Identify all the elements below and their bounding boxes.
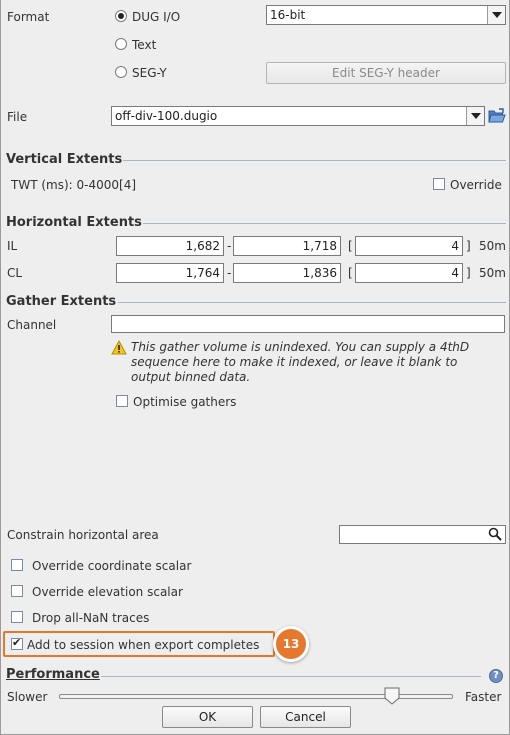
bit-depth-value: 16-bit [270,8,306,22]
twt-range: TWT (ms): 0-4000[4] [11,178,137,192]
cl-separator: - [227,266,232,280]
radio-text[interactable] [115,38,127,50]
chevron-down-icon[interactable] [466,107,484,125]
il-unit: 50m [479,239,506,253]
chevron-down-icon[interactable] [487,6,505,24]
faster-label: Faster [465,690,502,704]
cl-bracket-open: [ [348,266,353,280]
cl-to-input[interactable]: 1,836 [233,263,341,283]
il-step-input[interactable]: 4 [355,236,463,256]
radio-text-label: Text [132,38,157,52]
il-from-input[interactable]: 1,682 [116,236,224,256]
override-checkbox[interactable] [433,178,445,190]
help-icon[interactable]: ? [489,669,503,683]
performance-title: Performance [6,667,100,682]
callout-badge: 13 [273,626,309,662]
channel-label: Channel [7,318,57,332]
channel-input[interactable] [111,315,505,333]
file-label: File [7,110,28,124]
radio-dugio-label: DUG I/O [132,10,181,24]
constrain-area-label: Constrain horizontal area [7,528,159,542]
override-elevation-scalar-label: Override elevation scalar [32,585,183,599]
drop-nan-traces-checkbox[interactable] [11,611,23,623]
add-to-session-checkbox[interactable] [11,636,23,650]
il-separator: - [227,239,232,253]
gather-extents-title: Gather Extents [6,294,117,309]
format-label: Format [7,10,50,24]
search-icon[interactable] [488,527,502,541]
slower-label: Slower [7,690,48,704]
horizontal-extents-title: Horizontal Extents [6,215,142,230]
cl-bracket-close: ] [466,266,471,280]
export-dialog: Format DUG I/O Text SEG-Y 16-bit Edit SE… [0,0,510,735]
file-value: off-div-100.dugio [115,109,218,123]
optimise-gathers-label: Optimise gathers [133,395,237,409]
vertical-extents-title: Vertical Extents [6,152,123,167]
cl-from-input[interactable]: 1,764 [116,263,224,283]
radio-dugio[interactable] [115,10,127,22]
add-to-session-label: Add to session when export completes [27,638,260,652]
section-divider [143,223,506,224]
section-divider [123,160,506,161]
optimise-gathers-checkbox[interactable] [116,395,128,407]
drop-nan-traces-label: Drop all-NaN traces [32,611,150,625]
cl-unit: 50m [479,266,506,280]
open-folder-icon[interactable] [488,108,506,124]
cancel-button[interactable]: Cancel [260,706,351,728]
warning-text-line-1: This gather volume is unindexed. You can… [131,340,470,354]
warning-icon [111,339,127,355]
il-label: IL [7,239,18,253]
radio-segy-label: SEG-Y [132,66,167,80]
override-label: Override [450,178,502,192]
override-coordinate-scalar-checkbox[interactable] [11,559,23,571]
section-divider [101,676,481,677]
il-bracket-open: [ [348,239,353,253]
il-bracket-close: ] [466,239,471,253]
cl-label: CL [7,266,23,280]
bit-depth-select[interactable]: 16-bit [266,5,506,25]
cl-step-input[interactable]: 4 [355,263,463,283]
performance-slider-thumb[interactable] [384,687,400,705]
override-coordinate-scalar-label: Override coordinate scalar [32,559,192,573]
file-select[interactable]: off-div-100.dugio [111,106,485,126]
override-elevation-scalar-checkbox[interactable] [11,585,23,597]
warning-text-line-2: sequence here to make it indexed, or lea… [131,355,458,369]
warning-text-line-3: output binned data. [131,370,251,384]
edit-segy-header-button[interactable]: Edit SEG-Y header [266,62,506,84]
il-to-input[interactable]: 1,718 [233,236,341,256]
section-divider [118,302,506,303]
radio-segy[interactable] [115,66,127,78]
ok-button[interactable]: OK [162,706,253,728]
constrain-area-input[interactable] [339,525,506,544]
